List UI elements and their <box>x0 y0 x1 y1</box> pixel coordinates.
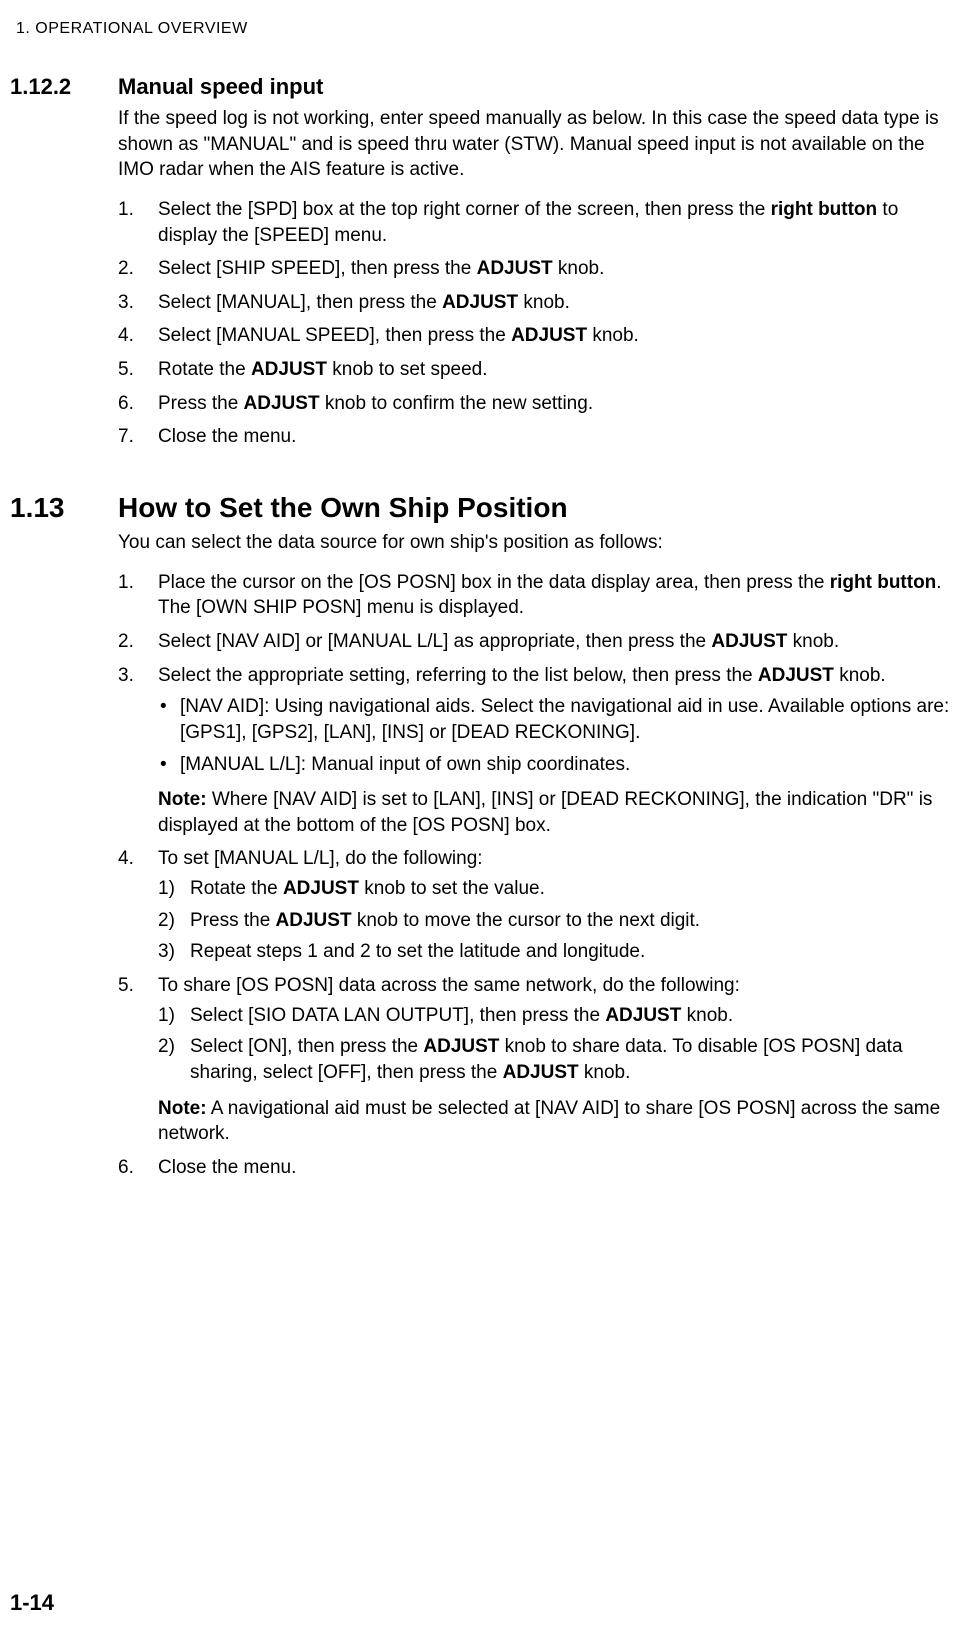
page-number: 1-14 <box>10 1590 54 1616</box>
intro-paragraph: You can select the data source for own s… <box>118 530 960 556</box>
step: Select [NAV AID] or [MANUAL L/L] as appr… <box>118 629 960 655</box>
bullet-item: [MANUAL L/L]: Manual input of own ship c… <box>158 752 960 778</box>
step: To set [MANUAL L/L], do the following: R… <box>118 846 960 965</box>
section-heading-1-12-2: 1.12.2 Manual speed input <box>10 74 960 100</box>
intro-paragraph: If the speed log is not working, enter s… <box>118 106 960 183</box>
section-body-1-13: You can select the data source for own s… <box>118 530 960 1180</box>
step: To share [OS POSN] data across the same … <box>118 973 960 1147</box>
section-title: How to Set the Own Ship Position <box>118 492 568 524</box>
note: Note: A navigational aid must be selecte… <box>158 1096 960 1147</box>
step: Select the appropriate setting, referrin… <box>118 663 960 839</box>
step: Rotate the ADJUST knob to set speed. <box>118 357 960 383</box>
section-body-1-12-2: If the speed log is not working, enter s… <box>118 106 960 450</box>
substeps-list: Rotate the ADJUST knob to set the value.… <box>158 876 960 965</box>
section-number: 1.12.2 <box>10 74 118 100</box>
step: Select [MANUAL SPEED], then press the AD… <box>118 323 960 349</box>
step: Press the ADJUST knob to confirm the new… <box>118 391 960 417</box>
step: Select the [SPD] box at the top right co… <box>118 197 960 248</box>
bullet-item: [NAV AID]: Using navigational aids. Sele… <box>158 694 960 745</box>
step: Select [SHIP SPEED], then press the ADJU… <box>118 256 960 282</box>
substeps-list: Select [SIO DATA LAN OUTPUT], then press… <box>158 1003 960 1086</box>
step: Close the menu. <box>118 424 960 450</box>
bullet-list: [NAV AID]: Using navigational aids. Sele… <box>158 694 960 777</box>
page: 1. OPERATIONAL OVERVIEW 1.12.2 Manual sp… <box>0 0 970 1640</box>
running-header: 1. OPERATIONAL OVERVIEW <box>16 20 960 38</box>
note: Note: Where [NAV AID] is set to [LAN], [… <box>158 787 960 838</box>
step: Select [MANUAL], then press the ADJUST k… <box>118 290 960 316</box>
step: Place the cursor on the [OS POSN] box in… <box>118 570 960 621</box>
section-heading-1-13: 1.13 How to Set the Own Ship Position <box>10 492 960 524</box>
substep: Select [SIO DATA LAN OUTPUT], then press… <box>158 1003 960 1029</box>
section-number: 1.13 <box>10 492 118 524</box>
steps-list: Place the cursor on the [OS POSN] box in… <box>118 570 960 1181</box>
substep: Select [ON], then press the ADJUST knob … <box>158 1034 960 1085</box>
steps-list: Select the [SPD] box at the top right co… <box>118 197 960 450</box>
section-title: Manual speed input <box>118 74 323 100</box>
substep: Press the ADJUST knob to move the cursor… <box>158 908 960 934</box>
substep: Rotate the ADJUST knob to set the value. <box>158 876 960 902</box>
step: Close the menu. <box>118 1155 960 1181</box>
substep: Repeat steps 1 and 2 to set the latitude… <box>158 939 960 965</box>
